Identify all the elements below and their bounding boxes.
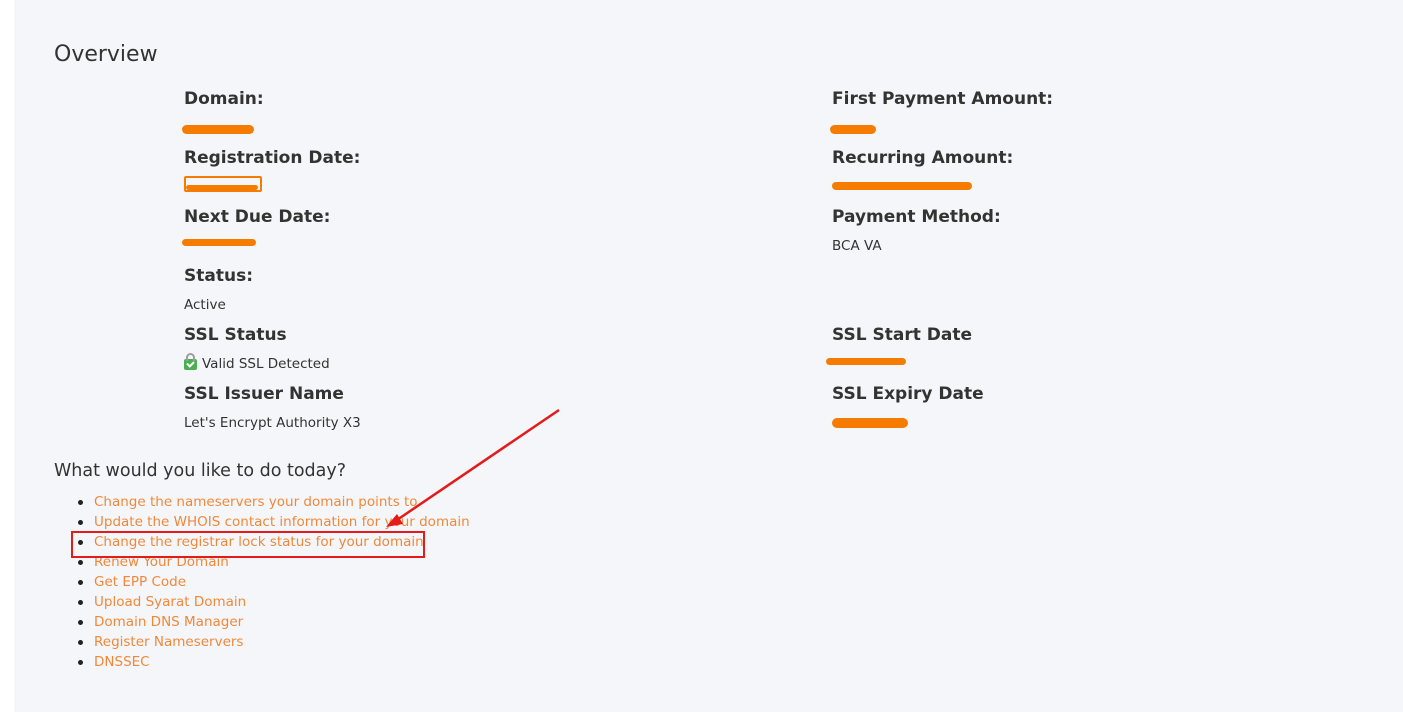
bullet-icon (78, 600, 83, 605)
status-value: Active (184, 297, 226, 313)
bullet-icon (78, 660, 83, 665)
ssl-lock-icon (184, 353, 197, 370)
list-item: Register Nameservers (54, 632, 470, 652)
recurring-amount-label: Recurring Amount: (832, 148, 1014, 168)
dnssec-link[interactable]: DNSSEC (94, 654, 150, 670)
list-item: Upload Syarat Domain (54, 592, 470, 612)
ssl-issuer-name-value: Let's Encrypt Authority X3 (184, 415, 361, 431)
register-nameservers-link[interactable]: Register Nameservers (94, 634, 243, 650)
ssl-status-value: Valid SSL Detected (184, 353, 330, 372)
bullet-icon (78, 580, 83, 585)
list-item: Change the nameservers your domain point… (54, 492, 470, 512)
list-item: DNSSEC (54, 652, 470, 672)
first-payment-amount-label: First Payment Amount: (832, 89, 1054, 109)
annotation-highlight-box (71, 531, 425, 558)
status-label: Status: (184, 266, 253, 286)
ssl-status-text: Valid SSL Detected (202, 356, 330, 372)
next-due-date-value-redacted (182, 239, 256, 246)
registration-date-redaction-stroke (186, 185, 258, 190)
change-nameservers-link[interactable]: Change the nameservers your domain point… (94, 494, 418, 510)
registration-date-label: Registration Date: (184, 148, 361, 168)
payment-method-label: Payment Method: (832, 207, 1001, 227)
list-item: Get EPP Code (54, 572, 470, 592)
next-due-date-label: Next Due Date: (184, 207, 331, 227)
recurring-amount-value-redacted (832, 182, 972, 190)
ssl-expiry-date-label: SSL Expiry Date (832, 384, 984, 404)
domain-details-panel: Overview Domain: Registration Date: Next… (14, 0, 1403, 712)
list-item: Update the WHOIS contact information for… (54, 512, 470, 532)
payment-method-value: BCA VA (832, 238, 882, 254)
ssl-start-date-value-redacted (826, 358, 906, 365)
bullet-icon (78, 520, 83, 525)
list-item: Domain DNS Manager (54, 612, 470, 632)
actions-heading: What would you like to do today? (54, 461, 347, 481)
bullet-icon (78, 640, 83, 645)
first-payment-amount-value-redacted (830, 125, 876, 134)
bullet-icon (78, 500, 83, 505)
bullet-icon (78, 620, 83, 625)
ssl-expiry-date-value-redacted (832, 418, 908, 428)
domain-dns-manager-link[interactable]: Domain DNS Manager (94, 614, 243, 630)
upload-syarat-domain-link[interactable]: Upload Syarat Domain (94, 594, 246, 610)
ssl-start-date-label: SSL Start Date (832, 325, 972, 345)
domain-value-redacted (182, 125, 254, 134)
bullet-icon (78, 560, 83, 565)
domain-label: Domain: (184, 89, 264, 109)
get-epp-code-link[interactable]: Get EPP Code (94, 574, 186, 590)
update-whois-link[interactable]: Update the WHOIS contact information for… (94, 514, 470, 530)
overview-title: Overview (54, 42, 158, 67)
actions-list: Change the nameservers your domain point… (54, 492, 470, 672)
ssl-status-label: SSL Status (184, 325, 287, 345)
ssl-issuer-name-label: SSL Issuer Name (184, 384, 344, 404)
